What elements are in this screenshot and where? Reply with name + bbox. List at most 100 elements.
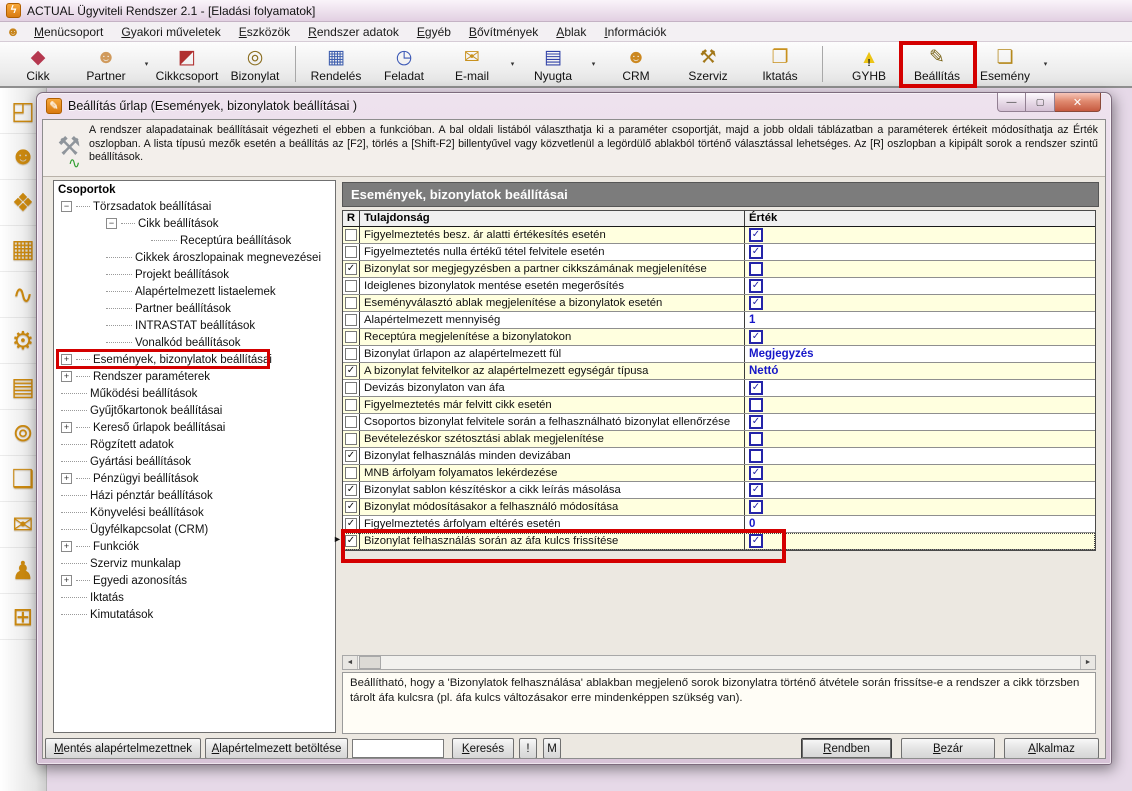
settings-row[interactable]: ✓Figyelmeztetés árfolyam eltérés esetén0 bbox=[343, 516, 1095, 533]
m-button[interactable]: M bbox=[543, 738, 561, 759]
r-checkbox[interactable]: ✓ bbox=[345, 365, 357, 377]
minimize-button[interactable]: — bbox=[997, 93, 1026, 112]
r-checkbox[interactable]: ✓ bbox=[345, 263, 357, 275]
menu-item-eszkzk[interactable]: Eszközök bbox=[230, 23, 299, 41]
value-cell[interactable] bbox=[745, 261, 1095, 277]
r-checkbox[interactable] bbox=[345, 280, 357, 292]
value-checkbox[interactable]: ✓ bbox=[749, 381, 763, 395]
r-checkbox[interactable]: ✓ bbox=[345, 518, 357, 530]
value-checkbox[interactable] bbox=[749, 398, 763, 412]
value-checkbox[interactable] bbox=[749, 449, 763, 463]
settings-row[interactable]: ✓Bizonylat módosításakor a felhasználó m… bbox=[343, 499, 1095, 516]
value-cell[interactable] bbox=[745, 397, 1095, 413]
exclaim-button[interactable]: ! bbox=[519, 738, 537, 759]
tree-item[interactable]: Partner beállítások bbox=[54, 300, 335, 317]
expand-icon[interactable]: + bbox=[61, 575, 72, 586]
search-input[interactable] bbox=[352, 739, 444, 758]
tree-item[interactable]: +Egyedi azonosítás bbox=[54, 572, 335, 589]
column-header-value[interactable]: Érték bbox=[745, 211, 1095, 226]
value-cell[interactable]: 0 bbox=[745, 516, 1095, 532]
tree-item[interactable]: Iktatás bbox=[54, 589, 335, 606]
tree-item[interactable]: −Törzsadatok beállításai bbox=[54, 198, 335, 215]
tree-item[interactable]: +Események, bizonylatok beállításai bbox=[54, 351, 335, 368]
r-checkbox[interactable] bbox=[345, 314, 357, 326]
tree-item[interactable]: Receptúra beállítások bbox=[54, 232, 335, 249]
value-checkbox[interactable]: ✓ bbox=[749, 228, 763, 242]
toolbar-button-cikk[interactable]: ◆Cikk bbox=[4, 42, 72, 86]
settings-row[interactable]: ✓Bizonylat sablon készítéskor a cikk leí… bbox=[343, 482, 1095, 499]
column-header-r[interactable]: R bbox=[343, 211, 360, 226]
value-checkbox[interactable]: ✓ bbox=[749, 534, 763, 548]
value-cell[interactable]: ✓ bbox=[745, 533, 1095, 549]
tree-item[interactable]: Könyvelési beállítások bbox=[54, 504, 335, 521]
value-checkbox[interactable]: ✓ bbox=[749, 483, 763, 497]
tree-item[interactable]: Vonalkód beállítások bbox=[54, 334, 335, 351]
value-cell[interactable]: ✓ bbox=[745, 329, 1095, 345]
cancel-button[interactable]: Bezár bbox=[901, 738, 995, 759]
value-cell[interactable]: ✓ bbox=[745, 244, 1095, 260]
expand-icon[interactable]: + bbox=[61, 354, 72, 365]
tree-item[interactable]: Szerviz munkalap bbox=[54, 555, 335, 572]
scroll-left-icon[interactable]: ◄ bbox=[343, 656, 358, 669]
tree-item[interactable]: Cikkek ároszlopainak megnevezései bbox=[54, 249, 335, 266]
value-text[interactable]: Megjegyzés bbox=[749, 348, 814, 360]
tree-item[interactable]: −Cikk beállítások bbox=[54, 215, 335, 232]
menu-item-rendszeradatok[interactable]: Rendszer adatok bbox=[299, 23, 408, 41]
value-text[interactable]: 1 bbox=[749, 314, 755, 326]
toolbar-button-bizonylat[interactable]: ◎Bizonylat bbox=[221, 42, 289, 86]
scrollbar-thumb[interactable] bbox=[359, 656, 381, 669]
settings-row[interactable]: Eseményválasztó ablak megjelenítése a bi… bbox=[343, 295, 1095, 312]
settings-row[interactable]: Alapértelmezett mennyiség1 bbox=[343, 312, 1095, 329]
load-default-button[interactable]: Alapértelmezett betöltése bbox=[205, 738, 348, 759]
r-checkbox[interactable] bbox=[345, 467, 357, 479]
expand-icon[interactable]: + bbox=[61, 541, 72, 552]
toolbar-button-crm[interactable]: ☻CRM bbox=[600, 42, 672, 86]
r-checkbox[interactable] bbox=[345, 348, 357, 360]
value-cell[interactable]: ✓ bbox=[745, 295, 1095, 311]
r-checkbox[interactable]: ✓ bbox=[345, 535, 357, 547]
r-checkbox[interactable] bbox=[345, 433, 357, 445]
value-checkbox[interactable]: ✓ bbox=[749, 330, 763, 344]
value-checkbox[interactable]: ✓ bbox=[749, 466, 763, 480]
r-checkbox[interactable]: ✓ bbox=[345, 501, 357, 513]
close-button[interactable]: ✕ bbox=[1055, 93, 1101, 112]
value-cell[interactable]: ✓ bbox=[745, 499, 1095, 515]
toolbar-button-partner[interactable]: ☻Partner bbox=[72, 42, 140, 86]
expand-icon[interactable]: + bbox=[61, 371, 72, 382]
dialog-titlebar[interactable]: ✎ Beállítás űrlap (Események, bizonylato… bbox=[37, 93, 1111, 119]
menu-item-gyakorimveletek[interactable]: Gyakori műveletek bbox=[112, 23, 229, 41]
value-cell[interactable]: 1 bbox=[745, 312, 1095, 328]
r-checkbox[interactable]: ✓ bbox=[345, 484, 357, 496]
value-cell[interactable]: ✓ bbox=[745, 227, 1095, 243]
settings-row[interactable]: Ideiglenes bizonylatok mentése esetén me… bbox=[343, 278, 1095, 295]
toolbar-button-rendeles[interactable]: ▦Rendelés bbox=[302, 42, 370, 86]
settings-row[interactable]: ✓Bizonylat felhasználás minden devizában bbox=[343, 448, 1095, 465]
toolbar-button-szerviz[interactable]: ⚒Szerviz bbox=[672, 42, 744, 86]
dropdown-arrow-icon[interactable]: ▾ bbox=[140, 42, 153, 86]
settings-row[interactable]: MNB árfolyam folyamatos lekérdezése✓ bbox=[343, 465, 1095, 482]
tree-item[interactable]: +Funkciók bbox=[54, 538, 335, 555]
value-cell[interactable]: ✓ bbox=[745, 465, 1095, 481]
menu-item-ablak[interactable]: Ablak bbox=[547, 23, 595, 41]
save-default-button[interactable]: Mentés alapértelmezettnek bbox=[45, 738, 201, 759]
toolbar-button-gyhb[interactable]: ▲!GYHB bbox=[835, 42, 903, 86]
tree-item[interactable]: Ügyfélkapcsolat (CRM) bbox=[54, 521, 335, 538]
r-checkbox[interactable] bbox=[345, 399, 357, 411]
scroll-right-icon[interactable]: ► bbox=[1080, 656, 1095, 669]
value-cell[interactable]: ✓ bbox=[745, 380, 1095, 396]
tree-item[interactable]: Projekt beállítások bbox=[54, 266, 335, 283]
toolbar-button-beallitas[interactable]: ✎Beállítás bbox=[903, 42, 971, 86]
tree-item[interactable]: +Rendszer paraméterek bbox=[54, 368, 335, 385]
maximize-button[interactable]: ▢ bbox=[1026, 93, 1055, 112]
settings-row[interactable]: Figyelmeztetés már felvitt cikk esetén bbox=[343, 397, 1095, 414]
menu-item-bvtmnyek[interactable]: Bővítmények bbox=[460, 23, 547, 41]
value-checkbox[interactable]: ✓ bbox=[749, 296, 763, 310]
r-checkbox[interactable] bbox=[345, 246, 357, 258]
dropdown-arrow-icon[interactable]: ▾ bbox=[587, 42, 600, 86]
tree-item[interactable]: Házi pénztár beállítások bbox=[54, 487, 335, 504]
collapse-icon[interactable]: − bbox=[61, 201, 72, 212]
value-checkbox[interactable]: ✓ bbox=[749, 415, 763, 429]
tree-item[interactable]: Kimutatások bbox=[54, 606, 335, 623]
menu-item-egyb[interactable]: Egyéb bbox=[408, 23, 460, 41]
value-cell[interactable] bbox=[745, 448, 1095, 464]
